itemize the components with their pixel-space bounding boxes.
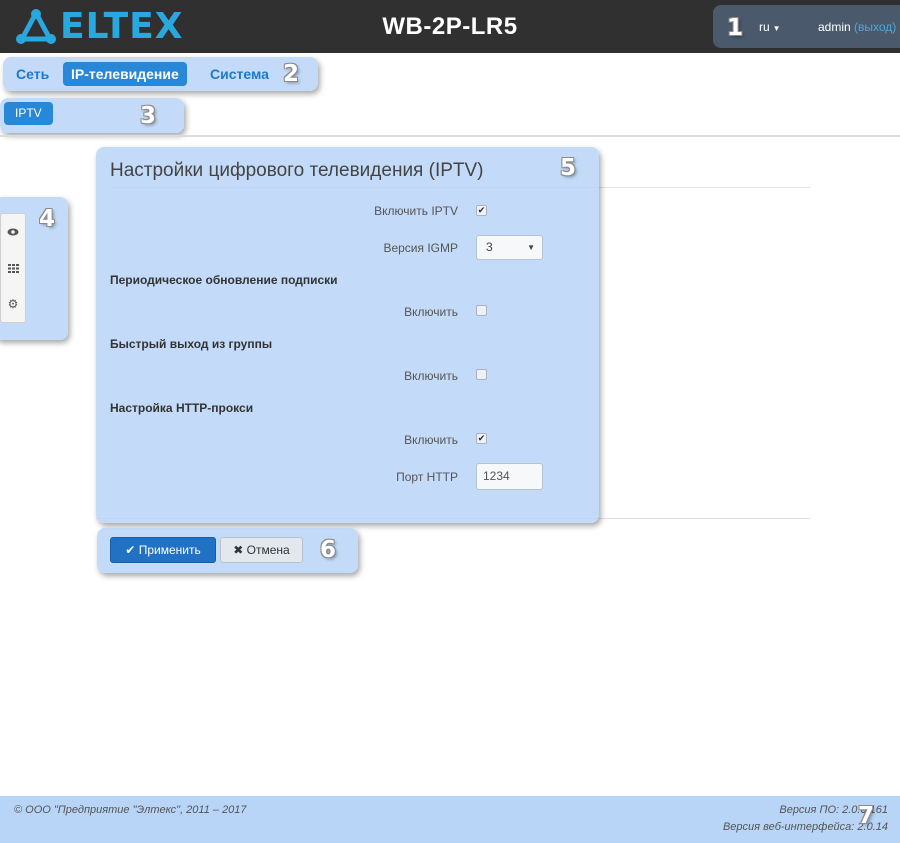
cancel-button[interactable]: ✖ Отмена [220, 537, 303, 563]
periodic-enable-checkbox[interactable] [476, 305, 487, 316]
proxy-enable-checkbox[interactable]: ✔ [476, 433, 487, 444]
igmp-version-value: 3 [486, 240, 493, 254]
eye-icon [7, 228, 19, 236]
section-periodic-update: Периодическое обновление подписки [110, 273, 338, 287]
enable-iptv-label: Включить IPTV [374, 204, 458, 218]
eltex-logo[interactable]: ELTEX [16, 8, 183, 46]
proxy-enable-label: Включить [404, 433, 458, 447]
footer: © ООО "Предприятие "Элтекс", 2011 – 2017… [0, 796, 900, 843]
panel-title: Настройки цифрового телевидения (IPTV) [110, 160, 484, 181]
callout-marker-4: 4 [39, 206, 56, 232]
logout-link[interactable]: (выход) [854, 20, 896, 34]
checkmark-icon: ✔ [477, 433, 486, 443]
igmp-version-label: Версия IGMP [383, 241, 458, 255]
view-button[interactable] [1, 214, 25, 250]
checkmark-icon: ✔ [477, 205, 486, 215]
callout-marker-7: 7 [858, 803, 875, 829]
callout-marker-6: 6 [320, 537, 337, 563]
section-fast-leave: Быстрый выход из группы [110, 337, 273, 351]
apply-button[interactable]: ✔ Применить [110, 537, 216, 563]
logo-text: ELTEX [60, 6, 184, 47]
side-toolbar: ⚙ 4 [0, 197, 68, 340]
language-dropdown[interactable]: ru ▼ [759, 20, 781, 34]
nav-item-system[interactable]: Система [202, 62, 277, 86]
caret-down-icon: ▼ [772, 24, 781, 33]
main-nav: Сеть IP-телевидение Система 2 [3, 57, 318, 91]
gear-icon: ⚙ [7, 297, 19, 311]
periodic-enable-label: Включить [404, 305, 458, 319]
user-info: admin (выход) [818, 20, 896, 34]
close-icon: ✖ [233, 543, 244, 557]
nav-divider [0, 135, 900, 137]
check-icon: ✔ [125, 543, 136, 557]
enable-iptv-checkbox[interactable]: ✔ [476, 205, 487, 216]
settings-button[interactable]: ⚙ [1, 286, 25, 322]
callout-marker-5: 5 [560, 155, 577, 181]
nav-item-network[interactable]: Сеть [8, 62, 57, 86]
grid-button[interactable] [1, 250, 25, 286]
http-port-label: Порт HTTP [396, 470, 458, 484]
page: ELTEX WB-2P-LR5 1 ru ▼ admin (выход) Сеть… [0, 0, 900, 843]
igmp-version-select[interactable]: 3 ▼ [476, 235, 543, 260]
logo-mark-icon [16, 9, 56, 44]
copyright-text: © ООО "Предприятие "Элтекс", 2011 – 2017 [14, 804, 247, 816]
callout-marker-2: 2 [283, 61, 300, 87]
callout-marker-1: 1 [727, 15, 744, 41]
sub-nav: IPTV 3 [0, 98, 184, 133]
http-port-input[interactable]: 1234 [476, 463, 543, 490]
subnav-item-iptv[interactable]: IPTV [4, 102, 53, 125]
callout-marker-3: 3 [140, 103, 157, 129]
action-bar: ✔ Применить ✖ Отмена 6 [97, 528, 358, 573]
grid-icon [7, 263, 19, 273]
language-value: ru [759, 20, 770, 34]
section-http-proxy: Настройка HTTP-прокси [110, 401, 254, 415]
fastleave-enable-label: Включить [404, 369, 458, 383]
iptv-settings-panel: Настройки цифрового телевидения (IPTV) 5… [96, 147, 599, 523]
nav-item-iptv[interactable]: IP-телевидение [63, 62, 187, 86]
fastleave-enable-checkbox[interactable] [476, 369, 487, 380]
cancel-label: Отмена [246, 543, 290, 557]
side-button-group: ⚙ [0, 213, 26, 323]
header-bar: ELTEX WB-2P-LR5 1 ru ▼ admin (выход) [0, 0, 900, 53]
user-panel: 1 ru ▼ admin (выход) [713, 5, 900, 48]
caret-down-icon: ▼ [527, 243, 535, 252]
apply-label: Применить [138, 543, 201, 557]
username: admin [818, 20, 851, 34]
